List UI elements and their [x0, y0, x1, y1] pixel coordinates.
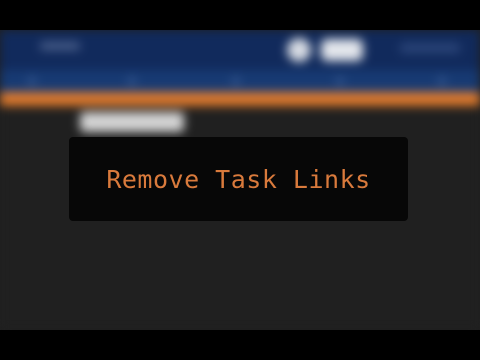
timeline-tick — [336, 78, 344, 84]
header-action-button[interactable] — [321, 39, 363, 61]
caption-text: Remove Task Links — [106, 164, 371, 194]
timeline-tick — [438, 78, 446, 84]
caption-overlay: Remove Task Links — [69, 137, 408, 221]
accent-stripe — [0, 92, 480, 106]
letterbox-top — [0, 0, 480, 30]
timeline-tick — [232, 78, 240, 84]
app-header — [0, 30, 480, 70]
timeline-tick — [128, 78, 136, 84]
timeline-header — [0, 70, 480, 92]
header-menu-placeholder — [400, 43, 460, 53]
letterbox-bottom — [0, 330, 480, 360]
task-chip[interactable] — [80, 112, 184, 132]
user-avatar-icon[interactable] — [287, 38, 311, 62]
app-window: Remove Task Links — [0, 30, 480, 330]
header-title-placeholder — [40, 42, 80, 50]
timeline-tick — [28, 78, 36, 84]
